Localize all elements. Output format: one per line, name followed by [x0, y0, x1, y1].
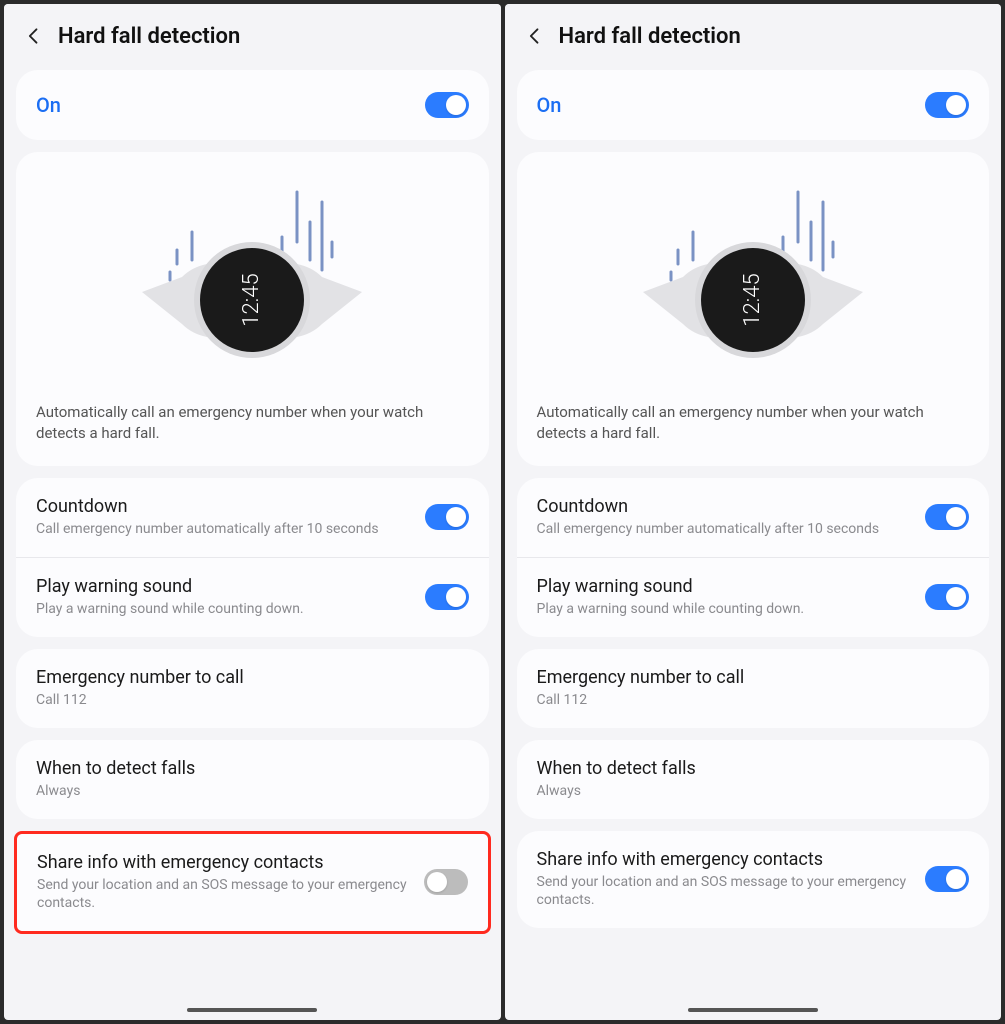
- watch-illustration: 12:45: [517, 152, 990, 392]
- master-toggle-card: On: [517, 70, 990, 140]
- countdown-toggle[interactable]: [925, 504, 969, 530]
- when-detect-title: When to detect falls: [537, 758, 954, 779]
- header: Hard fall detection: [4, 4, 501, 64]
- countdown-row[interactable]: Countdown Call emergency number automati…: [16, 478, 489, 558]
- when-detect-sub: Always: [537, 782, 954, 801]
- hero-card: 12:45 Automatically call an emergency nu…: [16, 152, 489, 466]
- share-info-title: Share info with emergency contacts: [537, 849, 910, 870]
- emergency-number-card[interactable]: Emergency number to call Call 112: [16, 649, 489, 728]
- countdown-toggle[interactable]: [425, 504, 469, 530]
- master-toggle[interactable]: [425, 92, 469, 118]
- countdown-title: Countdown: [36, 496, 409, 517]
- emergency-number-sub: Call 112: [36, 691, 453, 710]
- page-title: Hard fall detection: [58, 24, 240, 49]
- emergency-number-card[interactable]: Emergency number to call Call 112: [517, 649, 990, 728]
- share-info-sub: Send your location and an SOS message to…: [537, 873, 910, 911]
- svg-text:12:45: 12:45: [740, 273, 765, 326]
- hero-description: Automatically call an emergency number w…: [16, 392, 489, 466]
- watch-icon: 12:45: [623, 182, 883, 382]
- watch-illustration: 12:45: [16, 152, 489, 392]
- warning-sound-row[interactable]: Play warning sound Play a warning sound …: [517, 558, 990, 637]
- hero-card: 12:45 Automatically call an emergency nu…: [517, 152, 990, 466]
- share-info-sub: Send your location and an SOS message to…: [37, 876, 408, 914]
- warning-sound-title: Play warning sound: [537, 576, 910, 597]
- back-icon: [525, 26, 545, 46]
- svg-text:12:45: 12:45: [239, 273, 264, 326]
- home-indicator[interactable]: [688, 1008, 818, 1012]
- warning-sound-title: Play warning sound: [36, 576, 409, 597]
- emergency-number-sub: Call 112: [537, 691, 954, 710]
- master-toggle-card: On: [16, 70, 489, 140]
- when-detect-card[interactable]: When to detect falls Always: [517, 740, 990, 819]
- countdown-row[interactable]: Countdown Call emergency number automati…: [517, 478, 990, 558]
- countdown-sub: Call emergency number automatically afte…: [537, 520, 910, 539]
- screen-left: Hard fall detection On: [4, 4, 501, 1020]
- share-info-card[interactable]: Share info with emergency contacts Send …: [517, 831, 990, 929]
- master-toggle-row[interactable]: On: [16, 70, 489, 140]
- page-title: Hard fall detection: [559, 24, 741, 49]
- when-detect-sub: Always: [36, 782, 453, 801]
- back-button[interactable]: [20, 22, 48, 50]
- watch-icon: 12:45: [122, 182, 382, 382]
- master-toggle[interactable]: [925, 92, 969, 118]
- master-toggle-row[interactable]: On: [517, 70, 990, 140]
- warning-sound-row[interactable]: Play warning sound Play a warning sound …: [16, 558, 489, 637]
- warning-sound-sub: Play a warning sound while counting down…: [537, 600, 910, 619]
- countdown-title: Countdown: [537, 496, 910, 517]
- warning-sound-toggle[interactable]: [425, 584, 469, 610]
- share-info-toggle[interactable]: [925, 866, 969, 892]
- header: Hard fall detection: [505, 4, 1002, 64]
- share-info-toggle[interactable]: [424, 869, 468, 895]
- warning-sound-toggle[interactable]: [925, 584, 969, 610]
- emergency-number-title: Emergency number to call: [537, 667, 954, 688]
- back-icon: [24, 26, 44, 46]
- countdown-warning-card: Countdown Call emergency number automati…: [16, 478, 489, 637]
- when-detect-title: When to detect falls: [36, 758, 453, 779]
- share-info-card[interactable]: Share info with emergency contacts Send …: [17, 834, 488, 932]
- back-button[interactable]: [521, 22, 549, 50]
- master-toggle-label: On: [537, 93, 562, 117]
- master-toggle-label: On: [36, 93, 61, 117]
- emergency-number-title: Emergency number to call: [36, 667, 453, 688]
- countdown-sub: Call emergency number automatically afte…: [36, 520, 409, 539]
- highlight-share-info: Share info with emergency contacts Send …: [14, 831, 491, 935]
- home-indicator[interactable]: [187, 1008, 317, 1012]
- countdown-warning-card: Countdown Call emergency number automati…: [517, 478, 990, 637]
- warning-sound-sub: Play a warning sound while counting down…: [36, 600, 409, 619]
- when-detect-card[interactable]: When to detect falls Always: [16, 740, 489, 819]
- share-info-title: Share info with emergency contacts: [37, 852, 408, 873]
- hero-description: Automatically call an emergency number w…: [517, 392, 990, 466]
- screen-right: Hard fall detection On: [505, 4, 1002, 1020]
